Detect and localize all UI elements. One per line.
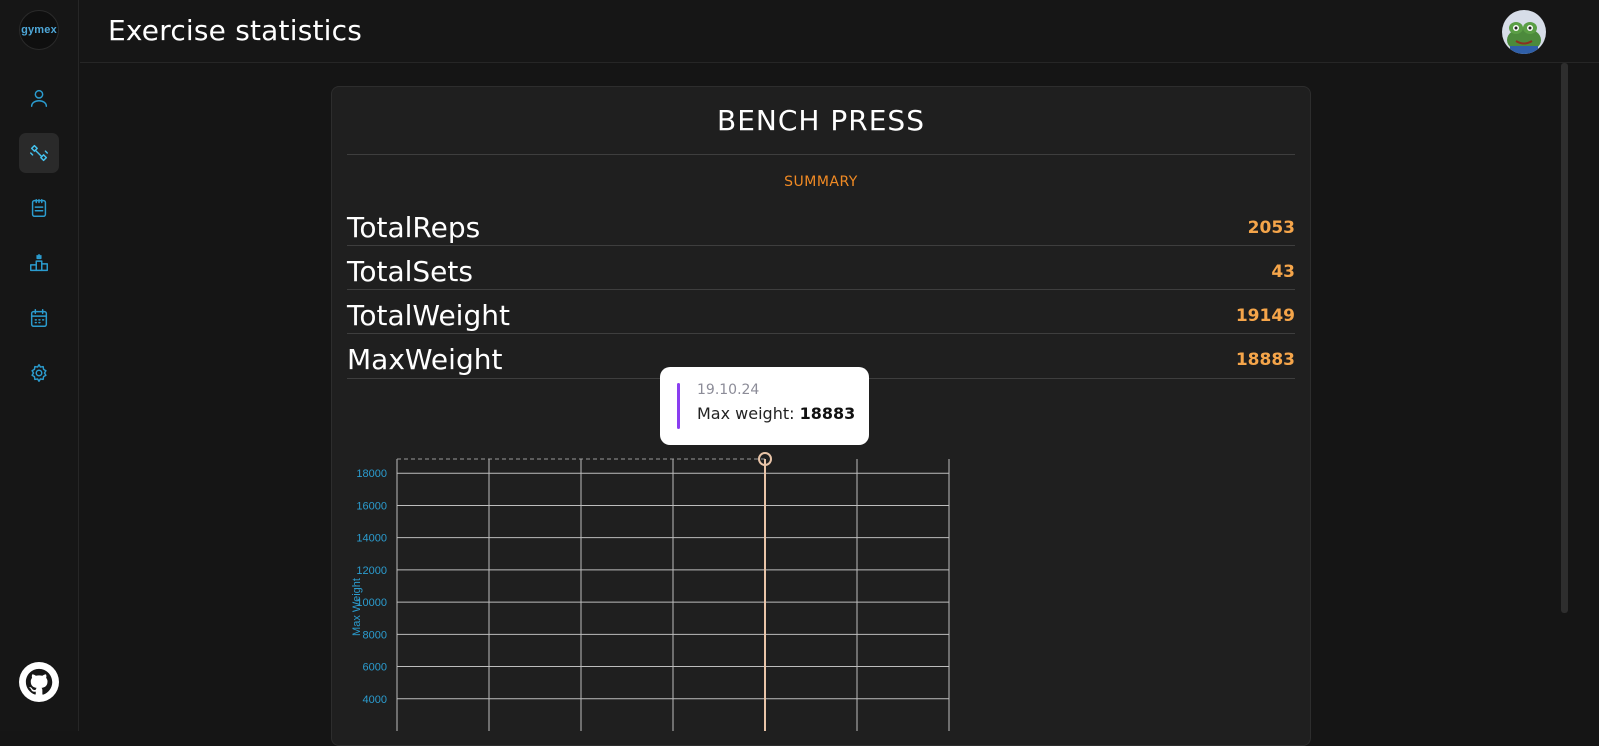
y-tick-label: 16000: [356, 500, 387, 512]
tooltip-line: Max weight: 18883: [697, 404, 855, 423]
calendar-icon: [30, 309, 48, 327]
user-icon: [30, 89, 48, 107]
sidebar-item-exercises[interactable]: [19, 133, 59, 173]
stat-value: 2053: [1247, 218, 1295, 238]
tooltip-date: 19.10.24: [697, 382, 760, 398]
chart-tooltip: 19.10.24 Max weight: 18883: [660, 367, 869, 445]
summary-label: SUMMARY: [784, 174, 858, 190]
y-tick-label: 14000: [356, 533, 387, 545]
max-weight-chart[interactable]: 4000600080001000012000140001600018000Max…: [340, 440, 980, 731]
stat-label: MaxWeight: [347, 343, 503, 376]
sidebar-item-profile[interactable]: [19, 78, 59, 118]
top-bar: Exercise statistics: [80, 0, 1599, 63]
tooltip-label: Max weight:: [697, 404, 795, 423]
scrollbar[interactable]: [1561, 63, 1568, 613]
sidebar-item-leaderboard[interactable]: [19, 243, 59, 283]
app-logo-text: gymex: [21, 24, 57, 36]
github-link[interactable]: [19, 662, 59, 702]
podium-icon: [30, 254, 48, 272]
sidebar-item-calendar[interactable]: [19, 298, 59, 338]
y-tick-label: 6000: [363, 662, 387, 674]
app-logo[interactable]: gymex: [19, 10, 59, 50]
title-divider: [347, 154, 1295, 155]
stat-row-total-reps: TotalReps 2053: [347, 202, 1295, 246]
stat-value: 18883: [1235, 350, 1295, 370]
sidebar-item-workouts[interactable]: [19, 188, 59, 228]
stat-label: TotalWeight: [347, 299, 510, 332]
sidebar: gymex: [0, 0, 79, 731]
y-tick-label: 4000: [363, 694, 387, 706]
clipboard-icon: [31, 199, 47, 217]
stat-row-total-sets: TotalSets 43: [347, 246, 1295, 290]
exercise-title: BENCH PRESS: [717, 104, 925, 137]
tooltip-series-marker: [677, 383, 680, 429]
stat-value: 19149: [1235, 306, 1295, 326]
avatar[interactable]: [1502, 10, 1546, 54]
stat-label: TotalSets: [347, 255, 473, 288]
y-axis-title: Max Weight: [351, 578, 363, 636]
page-title: Exercise statistics: [108, 14, 363, 47]
sidebar-item-settings[interactable]: [19, 353, 59, 393]
tooltip-value: 18883: [799, 404, 856, 423]
y-tick-label: 18000: [356, 468, 387, 480]
stat-label: TotalReps: [347, 211, 481, 244]
github-icon: [25, 668, 53, 695]
gear-icon: [31, 364, 47, 382]
y-tick-label: 8000: [363, 629, 387, 641]
stat-value: 43: [1271, 262, 1295, 282]
y-tick-label: 12000: [356, 565, 387, 577]
dumbbell-icon: [30, 144, 48, 162]
stat-row-total-weight: TotalWeight 19149: [347, 290, 1295, 334]
frog-avatar-icon: [1507, 22, 1541, 54]
